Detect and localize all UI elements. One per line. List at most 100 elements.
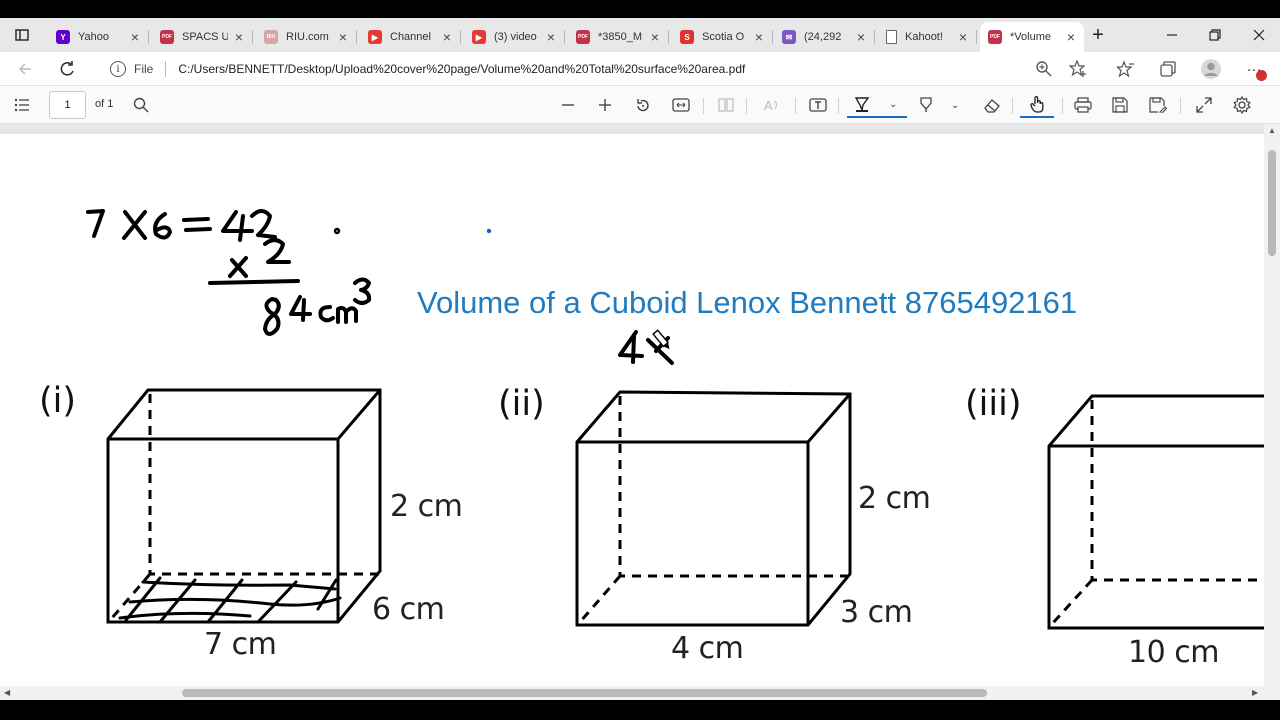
rotate-icon[interactable]: [630, 92, 656, 118]
width-label: 10 cm: [1128, 635, 1219, 670]
page-view-icon: [713, 92, 739, 118]
highlight-button[interactable]: ⌄: [915, 92, 965, 118]
tab-2[interactable]: PDF SPACS U ×: [152, 22, 253, 52]
url-field[interactable]: i File C:/Users/BENNETT/Desktop/Upload%2…: [96, 55, 1096, 83]
close-tab-icon[interactable]: ×: [336, 29, 350, 45]
tab-3[interactable]: RIU RIU.com ×: [256, 22, 357, 52]
favorites-icon[interactable]: [1113, 56, 1139, 82]
close-tab-icon[interactable]: ×: [128, 29, 142, 45]
minimize-button[interactable]: [1160, 24, 1184, 46]
toolbar-divider: [746, 98, 747, 114]
new-tab-button[interactable]: +: [1086, 24, 1110, 46]
settings-gear-icon[interactable]: [1229, 92, 1255, 118]
youtube-icon: ▶: [472, 30, 486, 44]
tab-10[interactable]: PDF *Volume ×: [980, 22, 1084, 52]
tab-label: (3) video: [494, 31, 537, 43]
tab-label: (24,292: [804, 31, 842, 43]
tab-9[interactable]: Kahoot! ×: [878, 22, 977, 52]
riu-icon: RIU: [264, 30, 278, 44]
width-label: 7 cm: [204, 627, 277, 662]
width-label: 4 cm: [671, 631, 744, 666]
close-tab-icon[interactable]: ×: [232, 29, 246, 45]
horizontal-scrollbar[interactable]: ◀ ▶: [0, 686, 1280, 700]
collections-icon[interactable]: [1155, 56, 1181, 82]
add-favorite-icon[interactable]: [1065, 56, 1091, 82]
save-icon[interactable]: [1107, 92, 1133, 118]
document-title: Volume of a Cuboid Lenox Bennett 8765492…: [417, 285, 1078, 320]
zoom-out-icon[interactable]: [555, 92, 581, 118]
scroll-right-icon[interactable]: ▶: [1252, 688, 1258, 697]
url-text[interactable]: C:/Users/BENNETT/Desktop/Upload%20cover%…: [178, 62, 745, 76]
tab-label: Kahoot!: [905, 31, 943, 43]
tab-label: Scotia O: [702, 31, 745, 43]
tab-8[interactable]: ✉ (24,292 ×: [774, 22, 875, 52]
tab-4[interactable]: ▶ Channel ×: [360, 22, 461, 52]
refresh-button[interactable]: [54, 56, 80, 82]
toolbar-divider: [795, 98, 796, 114]
scroll-left-icon[interactable]: ◀: [4, 688, 10, 697]
tab-label: *Volume: [1010, 31, 1051, 43]
notification-badge-icon: [1256, 70, 1267, 81]
blue-dot: [486, 228, 492, 234]
fit-to-width-icon[interactable]: [668, 92, 694, 118]
pdf-page[interactable]: Volume of a Cuboid Lenox Bennett 8765492…: [0, 134, 1264, 688]
toolbar-divider: [1180, 98, 1181, 114]
vertical-scroll-thumb[interactable]: [1268, 150, 1276, 256]
tab-7[interactable]: S Scotia O ×: [672, 22, 773, 52]
close-tab-icon[interactable]: ×: [440, 29, 454, 45]
tab-actions-icon[interactable]: [10, 24, 34, 46]
back-button[interactable]: [12, 56, 38, 82]
save-as-icon[interactable]: [1145, 92, 1171, 118]
tab-label: Channel: [390, 31, 431, 43]
restore-button[interactable]: [1203, 24, 1227, 46]
document-viewport[interactable]: Volume of a Cuboid Lenox Bennett 8765492…: [0, 124, 1264, 688]
tab-label: *3850_M: [598, 31, 643, 43]
close-tab-icon[interactable]: ×: [1064, 29, 1078, 45]
close-window-button[interactable]: [1247, 24, 1271, 46]
chevron-down-icon[interactable]: ⌄: [951, 100, 959, 111]
close-tab-icon[interactable]: ×: [854, 29, 868, 45]
toolbar-divider: [1062, 98, 1063, 114]
pdf-icon: PDF: [576, 30, 590, 44]
figure-label: (ii): [498, 384, 545, 424]
address-bar: i File C:/Users/BENNETT/Desktop/Upload%2…: [0, 52, 1280, 86]
close-tab-icon[interactable]: ×: [544, 29, 558, 45]
toolbar-divider: [703, 98, 704, 114]
contents-icon[interactable]: [9, 92, 35, 118]
file-scheme-label: File: [134, 62, 154, 76]
depth-label: 6 cm: [372, 592, 445, 627]
figure-label: (iii): [965, 384, 1022, 424]
print-icon[interactable]: [1070, 92, 1096, 118]
find-icon[interactable]: [128, 92, 154, 118]
ink-annotations: [86, 209, 1264, 630]
close-tab-icon[interactable]: ×: [956, 29, 970, 45]
tab-6[interactable]: PDF *3850_M ×: [568, 22, 669, 52]
full-screen-icon[interactable]: [1191, 92, 1217, 118]
tab-5[interactable]: ▶ (3) video ×: [464, 22, 565, 52]
tab-label: SPACS U: [182, 31, 228, 43]
pdf-toolbar: 1 of 1 A ⌄ ⌄: [0, 86, 1280, 124]
eraser-icon[interactable]: [979, 92, 1005, 118]
scotia-icon: S: [680, 30, 694, 44]
page-number-input[interactable]: 1: [49, 91, 86, 119]
add-text-icon[interactable]: [805, 92, 831, 118]
zoom-icon[interactable]: [1031, 56, 1057, 82]
tab-strip: Y Yahoo × PDF SPACS U × RIU RIU.com × ▶ Channel × ▶ (…: [0, 18, 1280, 52]
close-tab-icon[interactable]: ×: [648, 29, 662, 45]
tab-1[interactable]: Y Yahoo ×: [48, 22, 149, 52]
zoom-in-icon[interactable]: [592, 92, 618, 118]
tab-label: RIU.com: [286, 31, 329, 43]
scrollbar-corner: [1264, 686, 1280, 700]
page-icon: [886, 30, 897, 44]
profile-avatar[interactable]: [1198, 56, 1224, 82]
vertical-scrollbar[interactable]: ▲: [1264, 124, 1280, 688]
browser-window: Y Yahoo × PDF SPACS U × RIU RIU.com × ▶ Channel × ▶ (…: [0, 18, 1280, 700]
info-icon[interactable]: i: [110, 61, 126, 77]
horizontal-scroll-thumb[interactable]: [182, 689, 987, 697]
scroll-up-icon[interactable]: ▲: [1268, 126, 1276, 135]
touch-select-icon[interactable]: [1020, 92, 1054, 118]
close-tab-icon[interactable]: ×: [752, 29, 766, 45]
draw-button[interactable]: ⌄: [847, 92, 907, 118]
toolbar-divider: [1012, 98, 1013, 114]
chevron-down-icon[interactable]: ⌄: [889, 99, 897, 110]
